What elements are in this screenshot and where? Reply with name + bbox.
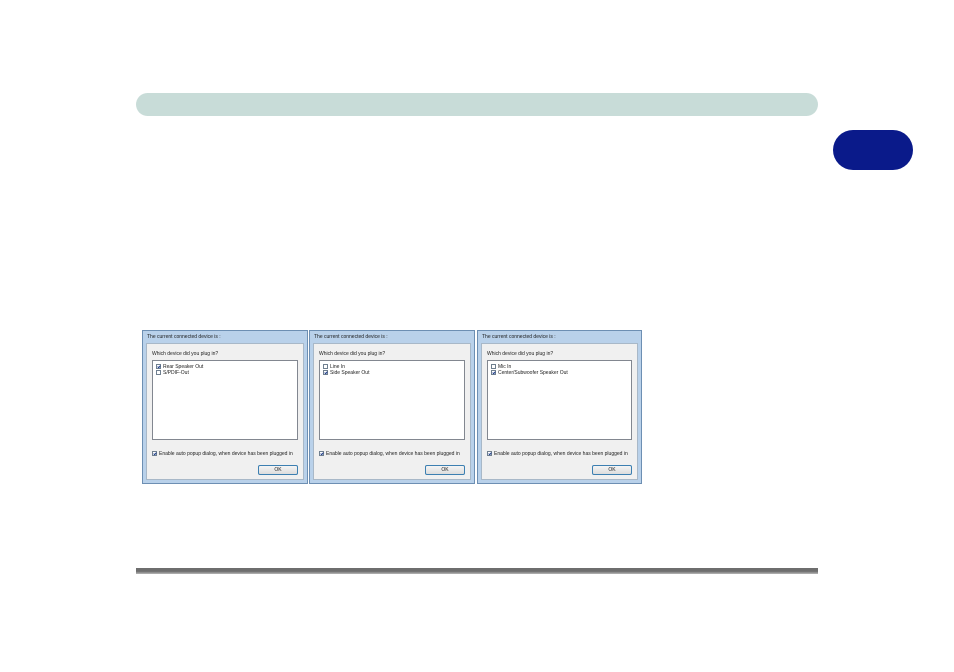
auto-popup-label: Enable auto popup dialog, when device ha… xyxy=(494,450,628,457)
auto-popup-checkbox[interactable]: Enable auto popup dialog, when device ha… xyxy=(487,450,628,457)
checkbox-icon[interactable] xyxy=(323,370,328,375)
device-listbox: Rear Speaker Out S/PDIF-Out xyxy=(152,360,298,440)
device-question: Which device did you plug in? xyxy=(152,351,219,357)
ok-button[interactable]: OK xyxy=(425,465,465,475)
device-option-center-subwoofer-out[interactable]: Center/Subwoofer Speaker Out xyxy=(491,369,568,376)
ok-button[interactable]: OK xyxy=(258,465,298,475)
dialog-body: Which device did you plug in? Mic In Cen… xyxy=(481,343,638,480)
dialog-body: Which device did you plug in? Line In Si… xyxy=(313,343,471,480)
connected-device-dialog-1: The current connected device is : Which … xyxy=(142,330,308,484)
device-option-side-speaker-out[interactable]: Side Speaker Out xyxy=(323,369,369,376)
device-option-label: S/PDIF-Out xyxy=(163,369,189,376)
dialog-title: The current connected device is : xyxy=(147,334,221,340)
checkbox-icon[interactable] xyxy=(319,451,324,456)
checkbox-icon[interactable] xyxy=(487,451,492,456)
auto-popup-checkbox[interactable]: Enable auto popup dialog, when device ha… xyxy=(319,450,460,457)
ok-button[interactable]: OK xyxy=(592,465,632,475)
checkbox-icon[interactable] xyxy=(491,370,496,375)
dialog-title: The current connected device is : xyxy=(314,334,388,340)
checkbox-icon[interactable] xyxy=(156,370,161,375)
device-listbox: Line In Side Speaker Out xyxy=(319,360,465,440)
device-option-spdif-out[interactable]: S/PDIF-Out xyxy=(156,369,189,376)
auto-popup-label: Enable auto popup dialog, when device ha… xyxy=(326,450,460,457)
connected-device-dialog-2: The current connected device is : Which … xyxy=(309,330,475,484)
auto-popup-label: Enable auto popup dialog, when device ha… xyxy=(159,450,293,457)
page-header-bar xyxy=(136,93,818,116)
device-listbox: Mic In Center/Subwoofer Speaker Out xyxy=(487,360,632,440)
auto-popup-checkbox[interactable]: Enable auto popup dialog, when device ha… xyxy=(152,450,293,457)
device-option-label: Side Speaker Out xyxy=(330,369,370,376)
dialog-title: The current connected device is : xyxy=(482,334,556,340)
checkbox-icon[interactable] xyxy=(152,451,157,456)
device-question: Which device did you plug in? xyxy=(319,351,386,357)
device-question: Which device did you plug in? xyxy=(487,351,554,357)
dialog-body: Which device did you plug in? Rear Speak… xyxy=(146,343,304,480)
footer-rule xyxy=(136,568,818,574)
device-option-label: Center/Subwoofer Speaker Out xyxy=(498,369,568,376)
connected-device-dialog-3: The current connected device is : Which … xyxy=(477,330,642,484)
chapter-tab xyxy=(833,130,913,170)
